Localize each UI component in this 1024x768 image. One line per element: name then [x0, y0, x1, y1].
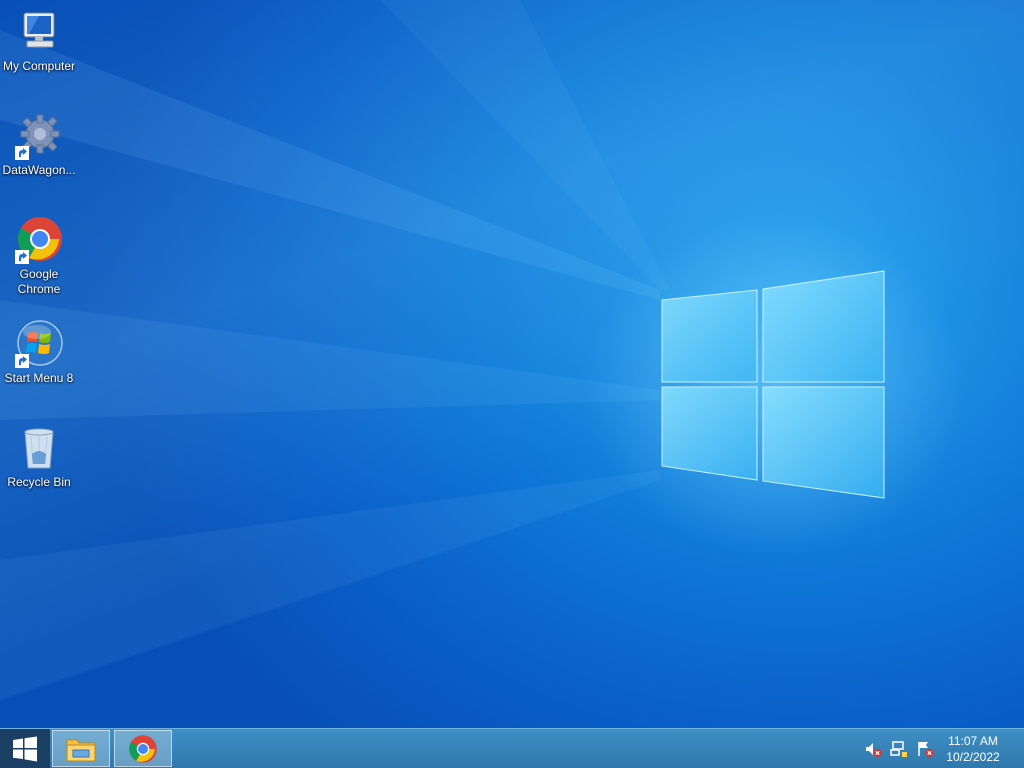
shortcut-arrow-icon — [15, 146, 29, 160]
chrome-icon — [129, 734, 157, 763]
system-tray — [864, 729, 934, 768]
desktop[interactable]: My Computer DataWagon... Google Chrome S… — [0, 0, 1024, 728]
desktop-icon-recycle-bin[interactable]: Recycle Bin — [0, 424, 78, 490]
recycle-bin-icon — [15, 424, 63, 472]
wallpaper — [0, 0, 965, 700]
desktop-icon-label: My Computer — [2, 59, 76, 73]
desktop-icon-label: Recycle Bin — [7, 475, 71, 489]
desktop-icon-start-menu-8[interactable]: Start Menu 8 — [0, 320, 78, 386]
clock-date: 10/2/2022 — [946, 750, 1000, 764]
my-computer-icon — [15, 8, 63, 56]
shortcut-arrow-icon — [15, 354, 29, 368]
file-explorer-icon — [66, 739, 96, 761]
volume-muted-icon[interactable] — [864, 740, 882, 758]
desktop-icon-google-chrome[interactable]: Google Chrome — [0, 216, 78, 297]
desktop-icon-label: Google Chrome — [17, 267, 61, 296]
logo-pane-bl — [661, 386, 758, 481]
taskbar-file-explorer[interactable] — [52, 730, 110, 767]
logo-pane-br — [762, 386, 885, 499]
logo-pane-tr — [762, 270, 885, 383]
taskbar-chrome[interactable] — [114, 730, 172, 767]
action-center-flag-icon[interactable] — [916, 740, 934, 758]
shortcut-arrow-icon — [15, 250, 29, 264]
chrome-icon — [15, 216, 63, 264]
start-menu-8-icon — [15, 320, 63, 368]
desktop-icon-label: DataWagon... — [2, 163, 76, 177]
desktop-icon-datawagon[interactable]: DataWagon... — [0, 112, 78, 178]
desktop-icon-label: Start Menu 8 — [4, 371, 74, 385]
datawagon-gear-icon — [15, 112, 63, 160]
desktop-icon-my-computer[interactable]: My Computer — [0, 8, 78, 74]
clock-time: 11:07 AM — [948, 734, 998, 748]
taskbar-clock[interactable]: 11:07 AM 10/2/2022 — [940, 733, 1006, 765]
network-disconnected-icon[interactable] — [890, 740, 908, 758]
windows-logo-icon — [13, 736, 37, 761]
logo-pane-tl — [661, 289, 758, 383]
taskbar: 11:07 AM 10/2/2022 — [0, 728, 1024, 768]
start-button[interactable] — [0, 729, 50, 768]
